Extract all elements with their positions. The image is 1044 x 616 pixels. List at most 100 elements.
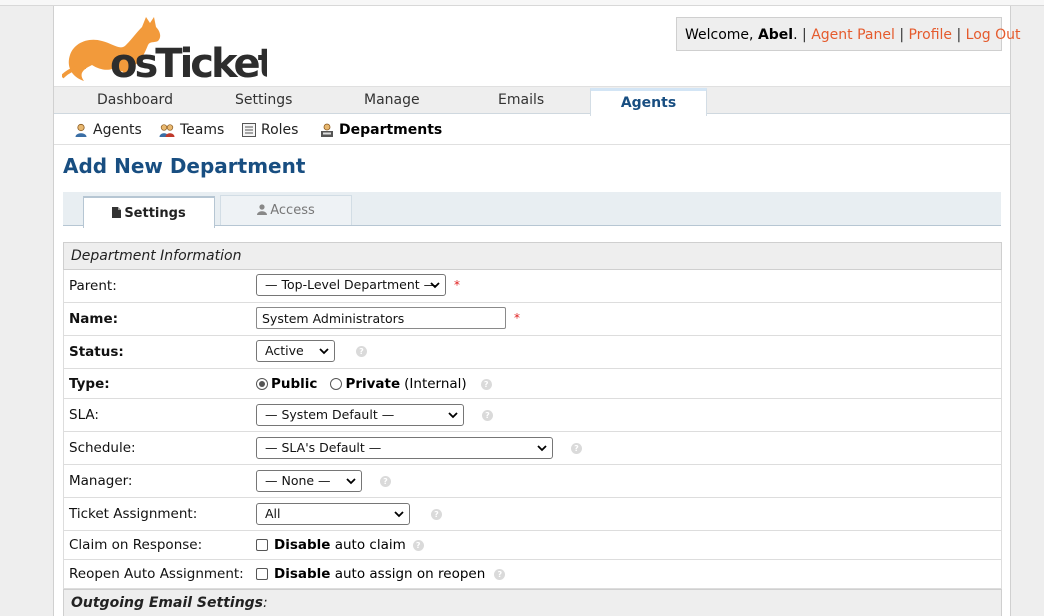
section-header-department-information: Department Information (63, 242, 1002, 270)
sla-value: — System Default — (265, 407, 395, 422)
teams-icon (159, 124, 175, 137)
form-row-sla: SLA: — System Default — ? (63, 399, 1002, 432)
type-private-label: Private (345, 376, 401, 392)
form-row-status: Status: Active ? (63, 336, 1002, 369)
tab-settings-label: Settings (124, 206, 186, 221)
claim-on-response-label: Claim on Response: (69, 537, 203, 553)
separator: | (956, 27, 966, 43)
file-icon (112, 207, 122, 218)
nav-tab-agents[interactable]: Agents (590, 88, 707, 116)
help-icon[interactable]: ? (494, 568, 506, 580)
reopen-check-bold: Disable (274, 566, 331, 582)
form-row-reopen-auto-assignment: Reopen Auto Assignment: Disable auto ass… (63, 560, 1002, 589)
disable-auto-assign-reopen-checkbox[interactable] (256, 568, 268, 580)
manager-select[interactable]: — None — (256, 470, 362, 492)
help-icon[interactable]: ? (380, 475, 391, 487)
required-marker: * (514, 311, 520, 325)
agent-icon (75, 123, 87, 137)
subnav-item-departments[interactable]: Departments (320, 122, 442, 138)
ticket-assignment-select[interactable]: All (256, 503, 410, 525)
form-row-schedule: Schedule: — SLA's Default — ? (63, 432, 1002, 465)
form-row-ticket-assignment: Ticket Assignment: All ? (63, 498, 1002, 531)
section-title: Outgoing Email Settings (71, 595, 264, 611)
logout-link[interactable]: Log Out (966, 27, 1021, 43)
subnav-label: Agents (93, 122, 142, 138)
nav-tab-manage[interactable]: Manage (364, 92, 420, 108)
subnav-label: Teams (180, 122, 225, 138)
user-name: Abel (757, 27, 794, 43)
status-label: Status: (69, 344, 124, 360)
department-form: Department Information Parent: — Top-Lev… (63, 242, 1002, 616)
ticket-assignment-value: All (265, 506, 281, 521)
section-title-suffix: : (263, 595, 268, 611)
user-icon (257, 204, 268, 215)
status-value: Active (265, 343, 304, 358)
name-input[interactable]: System Administrators (256, 307, 506, 329)
nav-tab-emails[interactable]: Emails (498, 92, 544, 108)
parent-value: — Top-Level Department — (265, 277, 437, 292)
agent-panel-link[interactable]: Agent Panel (811, 27, 895, 43)
form-row-claim-on-response: Claim on Response: Disable auto claim ? (63, 531, 1002, 560)
tab-access-label: Access (270, 203, 315, 218)
svg-text:osTicket: osTicket (110, 41, 267, 83)
chevron-down-icon (537, 445, 547, 452)
subnav-item-agents[interactable]: Agents (74, 122, 142, 138)
tab-settings[interactable]: Settings (83, 196, 215, 228)
name-label: Name: (69, 311, 119, 327)
subnav-label: Departments (339, 122, 443, 138)
sub-nav: Agents Teams Roles Departments (54, 114, 1010, 145)
disable-auto-claim-checkbox[interactable] (256, 539, 268, 551)
type-private-note: (Internal) (404, 376, 467, 392)
section-title: Department Information (71, 248, 242, 264)
chevron-down-icon (430, 282, 440, 289)
osticket-logo[interactable]: osTicket (62, 11, 267, 83)
form-row-manager: Manager: — None — ? (63, 465, 1002, 498)
reopen-auto-assignment-label: Reopen Auto Assignment: (69, 566, 244, 582)
type-private-radio[interactable] (330, 378, 343, 390)
manager-label: Manager: (69, 473, 133, 489)
welcome-text: Welcome, (685, 27, 758, 43)
profile-link[interactable]: Profile (908, 27, 952, 43)
type-label: Type: (69, 376, 110, 392)
form-row-parent: Parent: — Top-Level Department — * (63, 270, 1002, 303)
subnav-item-teams[interactable]: Teams (159, 122, 224, 138)
welcome-period: . (793, 27, 798, 43)
sla-select[interactable]: — System Default — (256, 404, 464, 426)
parent-select[interactable]: — Top-Level Department — (256, 274, 446, 296)
nav-tab-settings[interactable]: Settings (235, 92, 292, 108)
claim-check-text: auto claim (330, 537, 406, 553)
roles-icon (242, 123, 256, 137)
help-icon[interactable]: ? (431, 508, 442, 520)
chevron-down-icon (319, 348, 329, 355)
help-icon[interactable]: ? (482, 409, 493, 421)
help-icon[interactable]: ? (480, 378, 492, 390)
claim-check-bold: Disable (274, 537, 331, 553)
help-icon[interactable]: ? (356, 345, 367, 357)
page-container: osTicket Welcome, Abel. | Agent Panel | … (53, 6, 1020, 616)
form-row-type: Type: Public Private (Internal) ? (63, 369, 1002, 399)
parent-label: Parent: (69, 278, 117, 294)
ticket-assignment-label: Ticket Assignment: (69, 506, 198, 522)
schedule-label: Schedule: (69, 440, 136, 456)
tab-access[interactable]: Access (220, 195, 352, 225)
department-icon (321, 123, 333, 137)
page-title: Add New Department (63, 154, 306, 178)
chevron-down-icon (394, 511, 404, 518)
schedule-select[interactable]: — SLA's Default — (256, 437, 553, 459)
form-tab-bar: Settings Access (63, 192, 1001, 228)
nav-tab-dashboard[interactable]: Dashboard (97, 92, 173, 108)
schedule-value: — SLA's Default — (265, 440, 382, 455)
help-icon[interactable]: ? (571, 442, 582, 454)
main-nav: Dashboard Settings Manage Emails Agents (54, 86, 1010, 116)
chevron-down-icon (448, 412, 458, 419)
subnav-label: Roles (261, 122, 299, 138)
section-header-outgoing-email: Outgoing Email Settings: (63, 589, 1002, 616)
type-public-radio[interactable] (256, 378, 268, 390)
status-select[interactable]: Active (256, 340, 335, 362)
form-row-name: Name: System Administrators * (63, 303, 1002, 336)
type-public-label: Public (271, 376, 318, 392)
sla-label: SLA: (69, 407, 99, 423)
subnav-item-roles[interactable]: Roles (242, 122, 298, 138)
chevron-down-icon (346, 478, 356, 485)
help-icon[interactable]: ? (412, 539, 424, 551)
